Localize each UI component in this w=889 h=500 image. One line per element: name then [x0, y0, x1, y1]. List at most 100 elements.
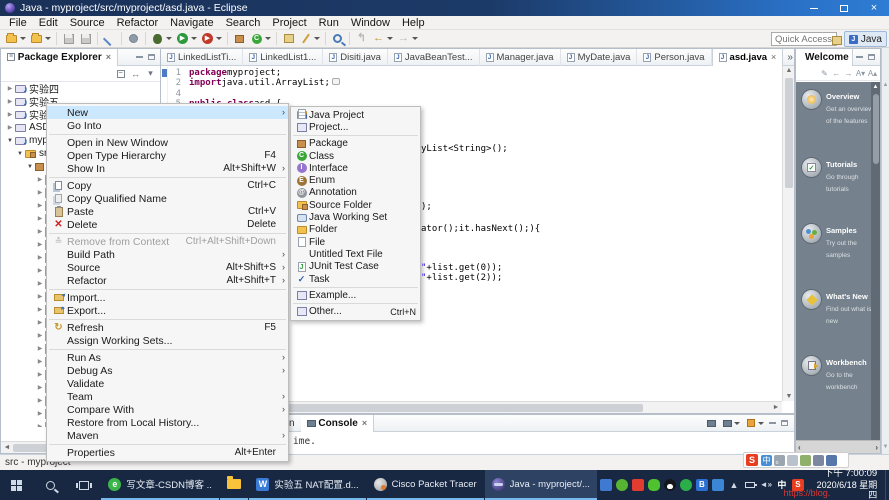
submenu-item-untitled-text-file[interactable]: Untitled Text File: [291, 109, 420, 260]
scroll-thumb[interactable]: [872, 94, 879, 164]
editor-tab[interactable]: J JavaBeanTest...: [388, 48, 480, 66]
javadoc-dropdown-icon[interactable]: [314, 37, 320, 40]
forward-button[interactable]: →: [396, 31, 411, 46]
menu-item-team[interactable]: Team: [47, 390, 288, 403]
submenu-item-folder[interactable]: Folder: [291, 224, 420, 236]
scroll-left-icon[interactable]: ‹: [798, 443, 801, 452]
close-icon[interactable]: ×: [771, 52, 776, 62]
menu-item-validate[interactable]: Validate: [47, 377, 288, 390]
menu-item-refresh[interactable]: ↻ Refresh F5: [47, 321, 288, 334]
menu-item-maven[interactable]: Maven: [47, 429, 288, 442]
submenu-item-other[interactable]: Other... Ctrl+N: [291, 305, 420, 317]
package-explorer-tab[interactable]: ≡ Package Explorer ×: [1, 48, 118, 66]
forward-dropdown-icon[interactable]: [412, 37, 418, 40]
sogou-logo-icon[interactable]: S: [746, 454, 758, 466]
maximize-console-button[interactable]: [778, 418, 790, 428]
menu-file[interactable]: File: [3, 16, 33, 30]
new-wizard-button[interactable]: [4, 31, 19, 46]
menu-item-go-into[interactable]: Go Into: [47, 119, 288, 132]
open-jar-button[interactable]: [281, 31, 296, 46]
save-button[interactable]: [61, 31, 76, 46]
taskbar-app-cisco[interactable]: Cisco Packet Tracer: [366, 470, 484, 500]
welcome-whats-new-link[interactable]: What's New Find out what is new: [802, 290, 874, 326]
tray-app2-icon[interactable]: [711, 479, 724, 491]
scroll-right-icon[interactable]: ›: [875, 443, 878, 452]
editor-tab[interactable]: J LinkedList1...: [243, 48, 324, 66]
enlarge-font-button[interactable]: A▴: [867, 68, 878, 79]
link-with-editor-button[interactable]: ↔: [129, 68, 142, 80]
mic-icon[interactable]: [800, 454, 811, 466]
taskbar-app-csdn[interactable]: e 写文章-CSDN博客 ...: [101, 470, 220, 500]
minimize-view-button[interactable]: [853, 52, 865, 62]
submenu-item-file[interactable]: File: [291, 236, 420, 248]
tree-item-project[interactable]: ▶ 实验四: [1, 82, 160, 96]
menu-item-export[interactable]: Export...: [47, 304, 288, 317]
java-perspective-button[interactable]: J Java: [843, 31, 887, 47]
maximize-view-button[interactable]: [145, 52, 157, 62]
close-icon[interactable]: ×: [106, 52, 111, 62]
taskbar-app-explorer[interactable]: [220, 470, 249, 500]
battery-icon[interactable]: [744, 479, 757, 491]
minimize-button[interactable]: [799, 0, 829, 16]
editor-tab[interactable]: J MyDate.java: [561, 48, 638, 66]
menu-item-restore-from-local-history[interactable]: Restore from Local History...: [47, 416, 288, 429]
taskbar-app-wps[interactable]: W 实验五 NAT配置.d...: [249, 470, 366, 500]
submenu-item-package[interactable]: Package: [291, 138, 420, 150]
open-console-button[interactable]: [704, 417, 718, 429]
welcome-vscrollbar[interactable]: ▲: [871, 82, 880, 440]
menu-item-open-in-new-window[interactable]: Open in New Window: [47, 136, 288, 149]
scroll-up-icon[interactable]: ▲: [882, 82, 889, 88]
editor-vscrollbar[interactable]: ▲ ▼: [782, 66, 794, 401]
menu-source[interactable]: Source: [64, 16, 111, 30]
submenu-item-class[interactable]: C Class: [291, 150, 420, 162]
punctuation-icon[interactable]: 。: [774, 454, 785, 466]
search-button[interactable]: [330, 31, 345, 46]
submenu-item-source-folder[interactable]: Source Folder: [291, 199, 420, 211]
open-dropdown-icon[interactable]: [45, 37, 51, 40]
reduce-font-button[interactable]: A▾: [855, 68, 866, 79]
menu-item-delete[interactable]: ✕ Delete Delete: [47, 218, 288, 231]
menu-project[interactable]: Project: [266, 16, 312, 30]
editor-tab[interactable]: J Person.java: [637, 48, 712, 66]
close-button[interactable]: ×: [859, 0, 889, 16]
skip-breakpoints-button[interactable]: [102, 31, 117, 46]
debug-dropdown-icon[interactable]: [166, 37, 172, 40]
qq-icon[interactable]: [663, 479, 676, 491]
back-dropdown-icon[interactable]: [387, 37, 393, 40]
collapse-all-button[interactable]: −: [114, 68, 127, 80]
scroll-up-icon[interactable]: ▲: [783, 67, 795, 74]
coverage-dropdown-icon[interactable]: [216, 37, 222, 40]
emoji-icon[interactable]: [787, 454, 798, 466]
new-class-button[interactable]: C: [249, 31, 264, 46]
scroll-thumb[interactable]: [785, 78, 793, 188]
menu-item-copy[interactable]: Copy Ctrl+C: [47, 179, 288, 192]
scroll-right-icon[interactable]: ►: [770, 404, 782, 411]
menu-item-open-type-hierarchy[interactable]: Open Type Hierarchy F4: [47, 149, 288, 162]
editor-tab[interactable]: J Manager.java: [480, 48, 561, 66]
menu-item-assign-working-sets[interactable]: Assign Working Sets...: [47, 334, 288, 347]
forward-button[interactable]: →: [843, 68, 854, 79]
welcome-overview-link[interactable]: Overview Get an overview of the features: [802, 90, 874, 126]
welcome-workbench-link[interactable]: Workbench Go to the workbench: [802, 356, 874, 392]
tray-app-icon[interactable]: [599, 479, 612, 491]
maximize-view-button[interactable]: [865, 52, 877, 62]
welcome-samples-link[interactable]: Samples Try out the samples: [802, 224, 874, 260]
wechat-icon[interactable]: [647, 479, 660, 491]
minimize-console-button[interactable]: [766, 418, 778, 428]
submenu-item-project[interactable]: Project...: [291, 121, 420, 133]
welcome-tab[interactable]: Welcome ×: [796, 48, 853, 66]
submenu-item-example[interactable]: Example...: [291, 289, 420, 301]
menu-item-show-in[interactable]: Show In Alt+Shift+W: [47, 162, 288, 175]
minimize-view-button[interactable]: [133, 52, 145, 62]
menu-help[interactable]: Help: [396, 16, 431, 30]
menu-window[interactable]: Window: [345, 16, 396, 30]
keyboard-icon[interactable]: [813, 454, 824, 466]
taskbar-app-eclipse[interactable]: Java - myproject/...: [484, 470, 597, 500]
submenu-item-junit-test-case[interactable]: J JUnit Test Case: [291, 261, 420, 273]
editor-tab-active[interactable]: Jasd.java ×: [711, 48, 784, 66]
taskbar-search-button[interactable]: [34, 470, 68, 500]
maximize-button[interactable]: [829, 0, 859, 16]
new-dropdown-icon[interactable]: [20, 37, 26, 40]
menu-edit[interactable]: Edit: [33, 16, 64, 30]
back-button[interactable]: ←: [831, 68, 842, 79]
